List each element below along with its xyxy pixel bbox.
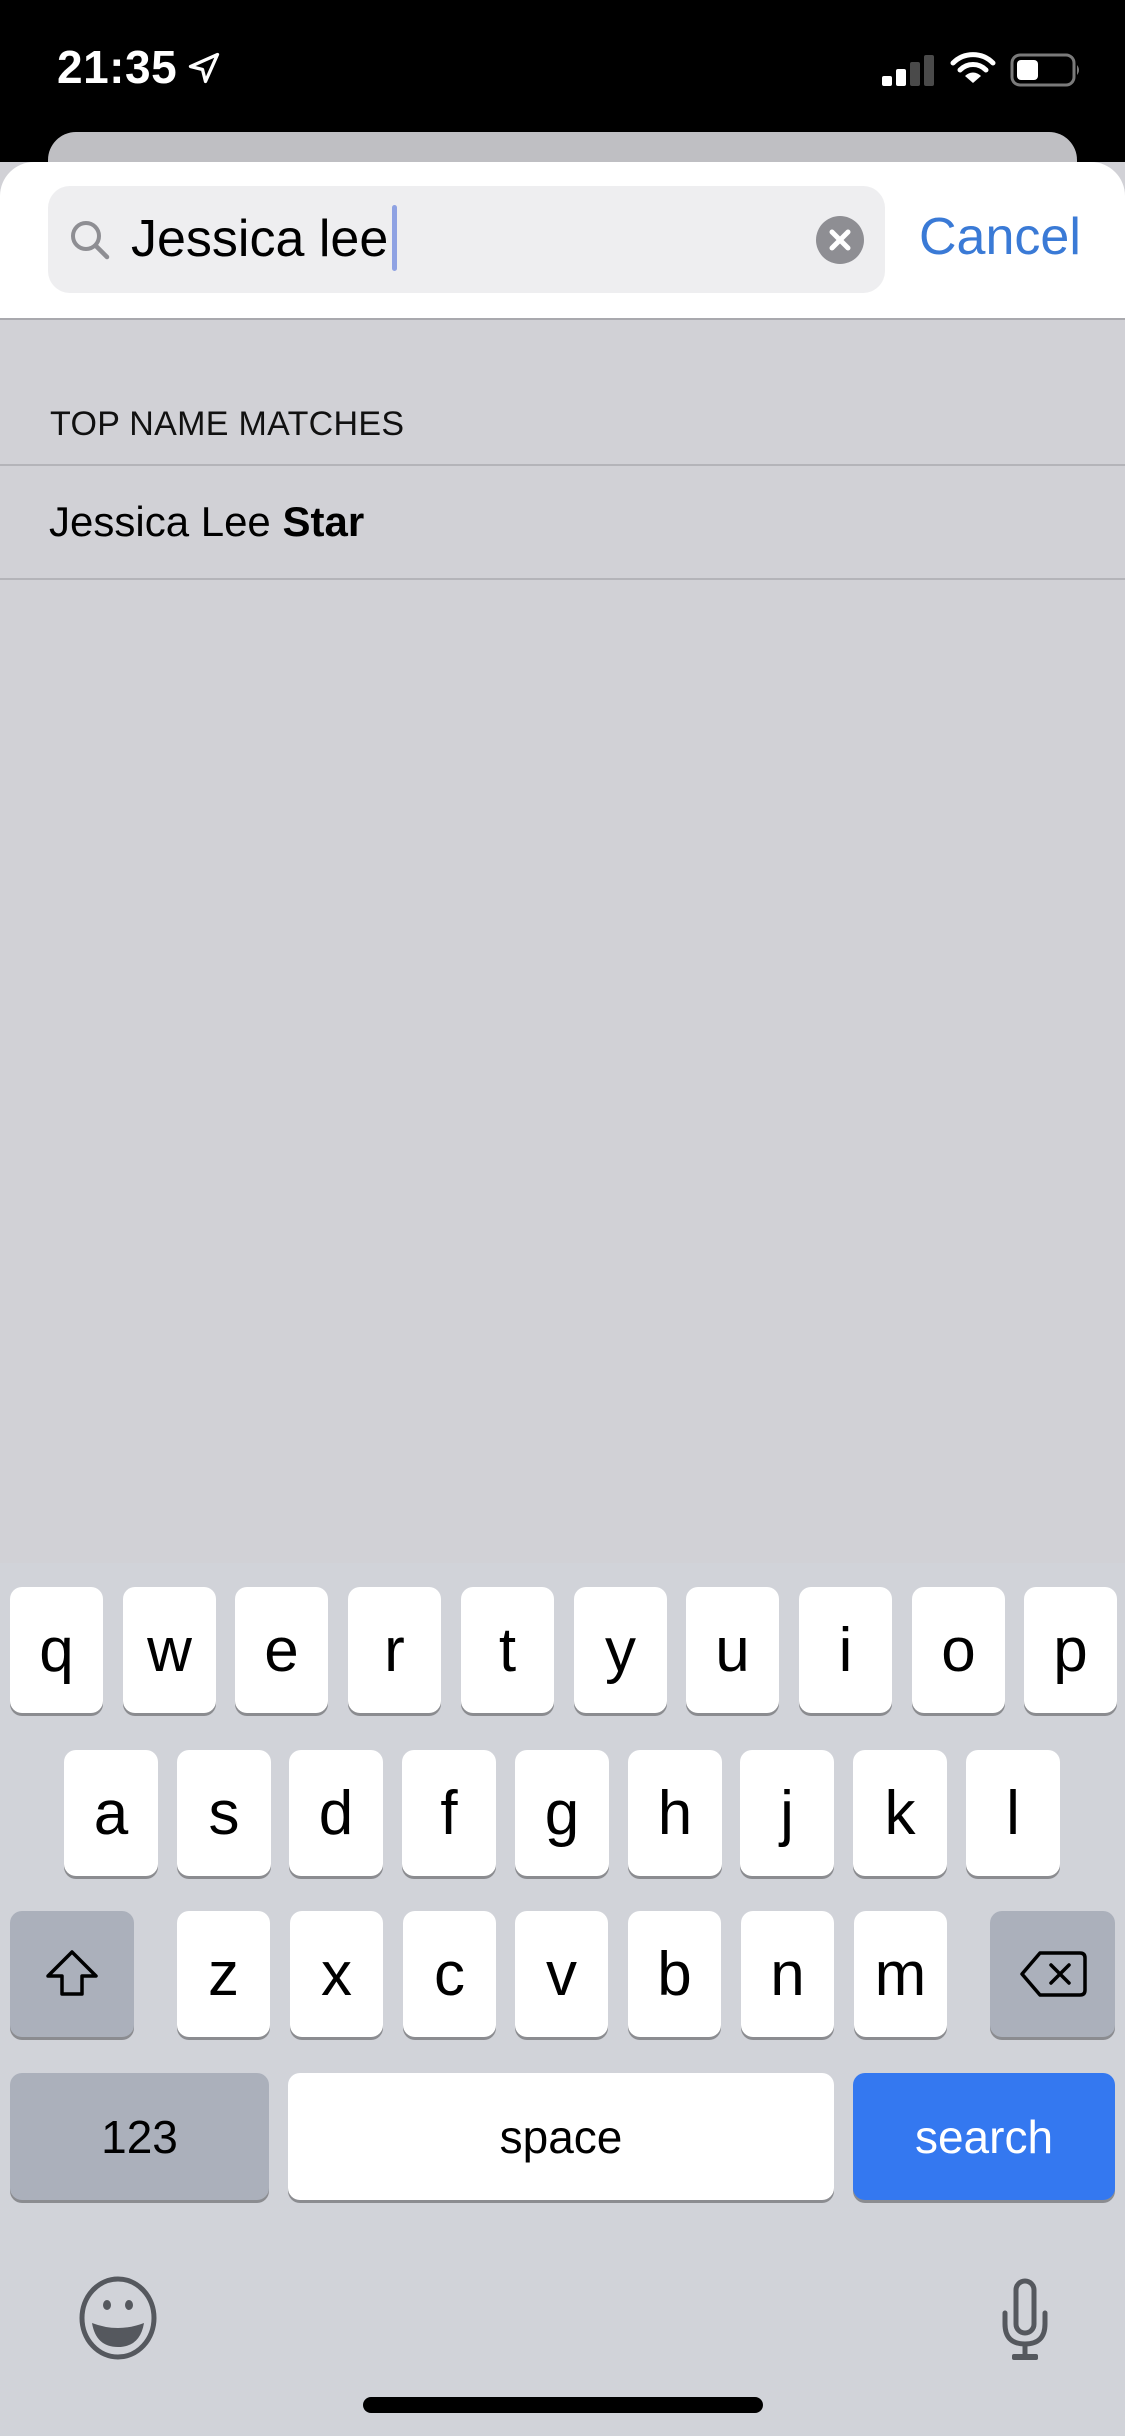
key-l[interactable]: l — [966, 1750, 1060, 1876]
key-x[interactable]: x — [290, 1911, 383, 2037]
key-k[interactable]: k — [853, 1750, 947, 1876]
cancel-button[interactable]: Cancel — [919, 206, 1081, 268]
search-icon — [71, 221, 110, 260]
result-row[interactable]: Jessica Lee Star — [0, 466, 1125, 578]
key-z[interactable]: z — [177, 1911, 270, 2037]
space-key[interactable]: space — [288, 2073, 834, 2200]
key-p[interactable]: p — [1024, 1587, 1117, 1713]
key-i[interactable]: i — [799, 1587, 892, 1713]
shift-icon — [46, 1950, 98, 1996]
key-u[interactable]: u — [686, 1587, 779, 1713]
home-indicator[interactable] — [363, 2397, 763, 2413]
key-s[interactable]: s — [177, 1750, 271, 1876]
location-arrow-icon — [188, 52, 220, 84]
key-o[interactable]: o — [912, 1587, 1005, 1713]
wifi-icon — [950, 52, 996, 83]
clear-search-button[interactable] — [816, 216, 864, 264]
key-m[interactable]: m — [854, 1911, 947, 2037]
key-n[interactable]: n — [741, 1911, 834, 2037]
emoji-icon[interactable] — [78, 2275, 158, 2361]
result-name: Jessica Lee Star — [49, 498, 364, 546]
signal-bar — [882, 76, 892, 86]
key-e[interactable]: e — [235, 1587, 328, 1713]
result-name-suffix: Star — [282, 498, 365, 545]
signal-bar — [910, 62, 920, 86]
battery-icon — [1010, 53, 1079, 87]
shift-key[interactable] — [10, 1911, 134, 2037]
key-j[interactable]: j — [740, 1750, 834, 1876]
key-y[interactable]: y — [574, 1587, 667, 1713]
search-query-text[interactable]: Jessica lee — [131, 208, 403, 270]
key-a[interactable]: a — [64, 1750, 158, 1876]
result-name-match: Jessica Lee — [49, 498, 283, 545]
signal-bar — [924, 55, 934, 86]
clear-circle-icon — [829, 229, 851, 251]
key-q[interactable]: q — [10, 1587, 103, 1713]
key-d[interactable]: d — [289, 1750, 383, 1876]
key-g[interactable]: g — [515, 1750, 609, 1876]
key-h[interactable]: h — [628, 1750, 722, 1876]
signal-bar — [896, 69, 906, 86]
key-b[interactable]: b — [628, 1911, 721, 2037]
key-t[interactable]: t — [461, 1587, 554, 1713]
key-w[interactable]: w — [123, 1587, 216, 1713]
search-return-key[interactable]: search — [853, 2073, 1115, 2200]
key-r[interactable]: r — [348, 1587, 441, 1713]
microphone-icon[interactable] — [1000, 2278, 1050, 2362]
backspace-key[interactable] — [990, 1911, 1115, 2037]
section-header-top-name-matches: TOP NAME MATCHES — [50, 405, 405, 443]
text-caret — [392, 205, 397, 271]
header-divider — [0, 318, 1125, 320]
backspace-icon — [1019, 1951, 1087, 1997]
numbers-key[interactable]: 123 — [10, 2073, 269, 2200]
key-f[interactable]: f — [402, 1750, 496, 1876]
key-c[interactable]: c — [403, 1911, 496, 2037]
key-v[interactable]: v — [515, 1911, 608, 2037]
status-time: 21:35 — [57, 41, 178, 93]
row-divider — [0, 578, 1125, 580]
